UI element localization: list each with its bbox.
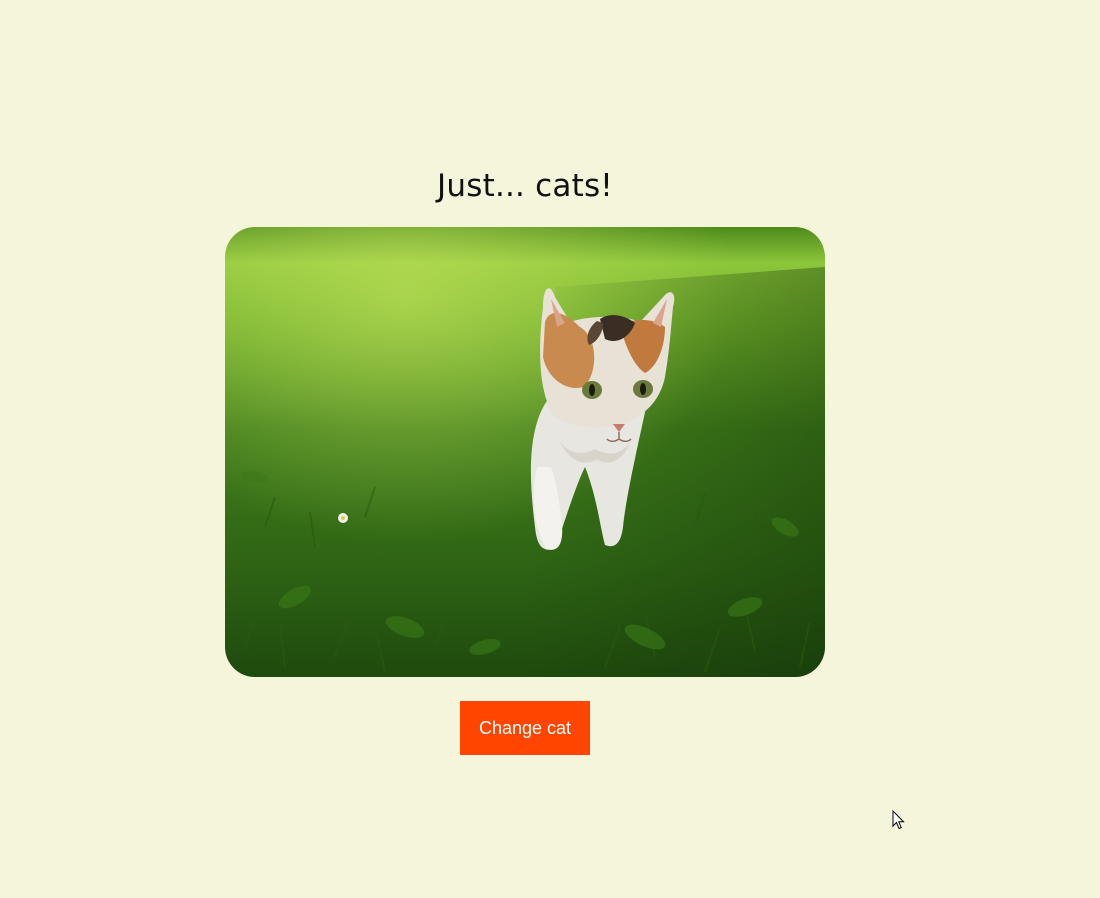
change-cat-button[interactable]: Change cat bbox=[460, 701, 590, 755]
page-title: Just... cats! bbox=[437, 168, 613, 204]
cat-photo bbox=[225, 227, 825, 677]
mouse-pointer-icon bbox=[892, 809, 906, 834]
